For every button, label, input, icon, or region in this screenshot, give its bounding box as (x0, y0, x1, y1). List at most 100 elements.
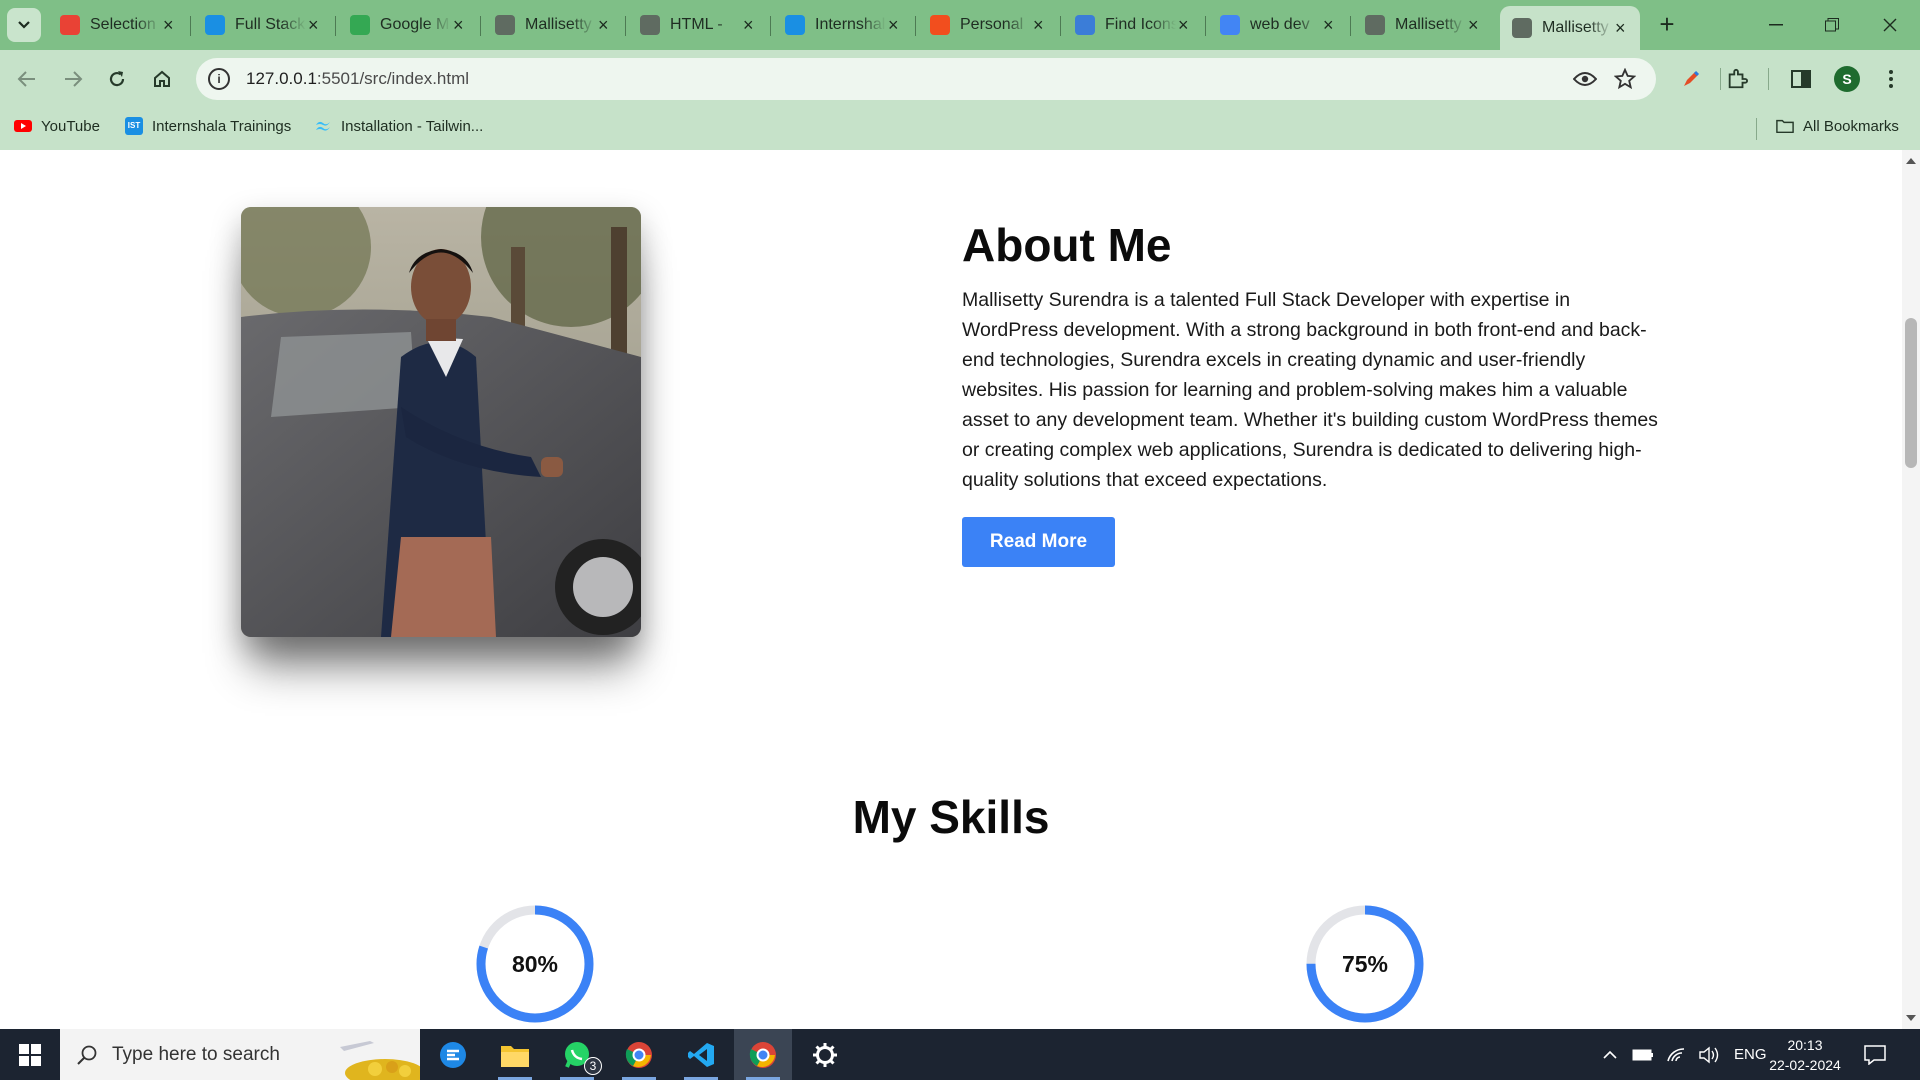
close-tab-icon[interactable]: × (1613, 18, 1628, 39)
flag-icon (1075, 15, 1095, 35)
restore-button[interactable] (1804, 0, 1860, 50)
menu-button[interactable] (1874, 62, 1908, 96)
tab-separator (915, 16, 916, 36)
new-tab-button[interactable]: + (1652, 10, 1682, 40)
scroll-up-arrow-icon[interactable] (1906, 158, 1916, 164)
taskbar-app-settings[interactable] (796, 1029, 854, 1080)
all-bookmarks-button[interactable]: All Bookmarks (1776, 117, 1899, 135)
extension-pen-button[interactable] (1674, 62, 1708, 96)
search-icon (77, 1045, 97, 1065)
chevron-up-icon[interactable] (1602, 1050, 1618, 1060)
taskbar-search-box[interactable]: Type here to search (60, 1029, 420, 1080)
side-panel-button[interactable] (1784, 62, 1818, 96)
close-tab-icon[interactable]: × (596, 15, 611, 36)
close-tab-icon[interactable]: × (1031, 15, 1046, 36)
close-tab-icon[interactable]: × (1176, 15, 1191, 36)
gear-icon (813, 1042, 837, 1067)
scroll-down-arrow-icon[interactable] (1906, 1015, 1916, 1021)
back-button[interactable] (10, 62, 44, 96)
browser-tab[interactable]: Personal × (918, 6, 1058, 44)
browser-tab[interactable]: Find Icons × (1063, 6, 1203, 44)
bookmark-star-icon[interactable] (1612, 66, 1638, 92)
skill-percent-label: 80% (511, 951, 559, 977)
tab-separator (1350, 16, 1351, 36)
globe-icon (495, 15, 515, 35)
tab-separator (480, 16, 481, 36)
search-highlight-illustration (340, 1041, 420, 1080)
maps-icon (350, 15, 370, 35)
browser-tab[interactable]: Selection × (48, 6, 188, 44)
tab-title: Find Icons (1105, 16, 1176, 33)
close-window-button[interactable] (1862, 0, 1918, 50)
close-tab-icon[interactable]: × (1321, 15, 1336, 36)
forward-button[interactable] (56, 62, 90, 96)
windows-taskbar: Type here to search 3 ENG 20:13 22-02-20… (0, 1029, 1920, 1080)
tab-title: Mallisetty (1395, 16, 1462, 33)
home-button[interactable] (145, 62, 179, 96)
browser-tab[interactable]: Internshala× (773, 6, 913, 44)
scrollbar-thumb[interactable] (1905, 318, 1917, 468)
tab-title: Mallisetty (1542, 19, 1609, 36)
browser-tab[interactable]: Mallisetty × (1500, 6, 1640, 50)
youtube-icon (14, 120, 32, 132)
skills-title: My Skills (852, 791, 1050, 843)
globe-icon (1512, 18, 1532, 38)
taskbar-app-vscode[interactable] (672, 1029, 730, 1080)
taskbar-clock[interactable]: 20:13 22-02-2024 (1760, 1035, 1850, 1075)
more-vertical-icon (1889, 70, 1893, 88)
bookmarks-bar: YouTube IST Internshala Trainings Instal… (0, 108, 1920, 150)
notification-center-button[interactable] (1864, 1029, 1886, 1080)
internshala-icon (785, 15, 805, 35)
close-tab-icon[interactable]: × (306, 15, 321, 36)
taskbar-search-placeholder: Type here to search (112, 1043, 280, 1065)
close-tab-icon[interactable]: × (161, 15, 176, 36)
browser-tab[interactable]: HTML - × (628, 6, 768, 44)
notification-badge: 3 (584, 1057, 602, 1075)
skill-gauge: 80% (473, 902, 597, 1026)
figma-icon (930, 15, 950, 35)
arrow-left-icon (17, 71, 35, 87)
tab-search-button[interactable] (7, 8, 41, 42)
close-tab-icon[interactable]: × (886, 15, 901, 36)
close-tab-icon[interactable]: × (451, 15, 466, 36)
reload-icon (109, 71, 125, 87)
bookmark-youtube[interactable]: YouTube (14, 117, 100, 135)
bookmark-internshala[interactable]: IST Internshala Trainings (125, 117, 291, 135)
browser-toolbar: i 127.0.0.1:5501/src/index.html S (0, 50, 1920, 108)
taskbar-app-dev-tool[interactable] (424, 1029, 482, 1080)
bookmark-tailwind[interactable]: Installation - Tailwin... (314, 117, 483, 135)
reload-button[interactable] (100, 62, 134, 96)
browser-tab[interactable]: Google Maps× (338, 6, 478, 44)
wifi-icon[interactable] (1666, 1047, 1686, 1063)
extensions-button[interactable] (1720, 62, 1754, 96)
browser-tab[interactable]: web dev × (1208, 6, 1348, 44)
address-bar[interactable]: i 127.0.0.1:5501/src/index.html (196, 58, 1656, 100)
site-info-icon[interactable]: i (208, 68, 230, 90)
skill-percent-label: 75% (1341, 951, 1389, 977)
page-scrollbar[interactable] (1902, 150, 1920, 1029)
tailwind-icon (316, 121, 330, 131)
browser-tab[interactable]: Mallisetty × (483, 6, 623, 44)
read-more-button[interactable]: Read More (962, 517, 1115, 567)
minimize-button[interactable] (1748, 0, 1804, 50)
close-tab-icon[interactable]: × (1466, 15, 1481, 36)
globe-icon (640, 15, 660, 35)
minimize-icon (1769, 24, 1783, 26)
taskbar-app-chrome-profile[interactable] (610, 1029, 668, 1080)
battery-icon[interactable] (1632, 1049, 1654, 1061)
close-tab-icon[interactable]: × (741, 15, 756, 36)
internshala-icon (205, 15, 225, 35)
vscode-icon (688, 1042, 714, 1067)
eye-icon[interactable] (1572, 66, 1598, 92)
puzzle-icon (1728, 68, 1748, 89)
browser-tab[interactable]: Mallisetty × (1353, 6, 1493, 44)
tab-title: Google Maps (380, 16, 451, 33)
browser-tab[interactable]: Full Stack × (193, 6, 333, 44)
taskbar-app-whatsapp[interactable]: 3 (548, 1029, 606, 1080)
profile-button[interactable]: S (1830, 62, 1864, 96)
taskbar-app-file-explorer[interactable] (486, 1029, 544, 1080)
taskbar-app-chrome[interactable] (734, 1029, 792, 1080)
volume-icon[interactable] (1698, 1046, 1720, 1064)
start-button[interactable] (0, 1029, 60, 1080)
bookmark-label: Installation - Tailwin... (341, 117, 484, 135)
